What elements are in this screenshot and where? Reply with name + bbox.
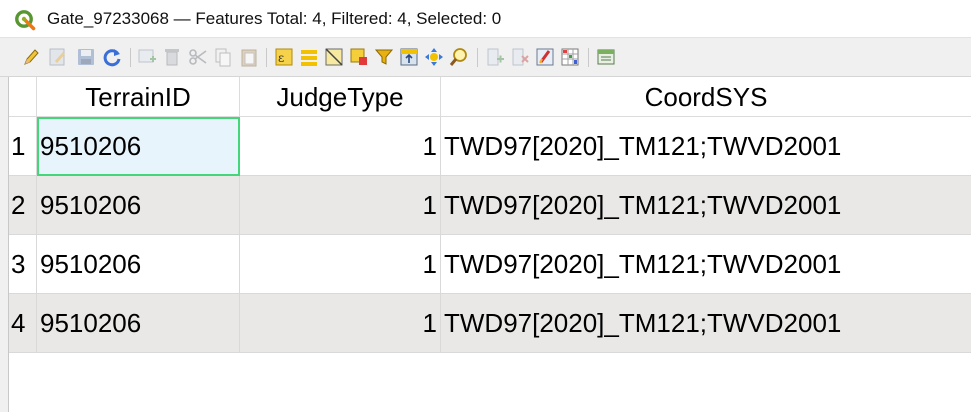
attribute-table-toolbar: ε — [0, 38, 971, 77]
table-row[interactable]: 1 9510206 1 TWD97[2020]_TM121;TWVD2001 — [9, 117, 971, 176]
toolbar-separator — [588, 48, 589, 67]
row-number[interactable]: 3 — [9, 235, 37, 294]
column-header-terrainid[interactable]: TerrainID — [37, 77, 240, 117]
table-cell-coordsys[interactable]: TWD97[2020]_TM121;TWVD2001 — [441, 117, 971, 176]
cut-icon[interactable] — [187, 46, 209, 68]
save-edits-icon[interactable] — [75, 46, 97, 68]
row-number[interactable]: 4 — [9, 294, 37, 353]
pan-to-selection-icon[interactable] — [423, 46, 445, 68]
table-cell-terrainid[interactable]: 9510206 — [37, 235, 240, 294]
table-cell-terrainid[interactable]: 9510206 — [37, 294, 240, 353]
invert-selection-icon[interactable] — [323, 46, 345, 68]
qgis-logo-icon — [14, 9, 36, 31]
svg-text:ε: ε — [278, 51, 284, 65]
column-header-judgetype[interactable]: JudgeType — [240, 77, 441, 117]
move-selection-to-top-icon[interactable] — [398, 46, 420, 68]
add-feature-icon[interactable] — [136, 46, 158, 68]
table-cell-terrainid[interactable]: 9510206 — [37, 176, 240, 235]
table-cell-judgetype[interactable]: 1 — [240, 294, 441, 353]
row-number[interactable]: 2 — [9, 176, 37, 235]
row-number[interactable]: 1 — [9, 117, 37, 176]
table-corner-button[interactable] — [9, 77, 37, 117]
conditional-formatting-icon[interactable] — [559, 46, 581, 68]
table-cell-terrainid[interactable]: 9510206 — [37, 117, 240, 176]
zoom-to-selection-icon[interactable] — [448, 46, 470, 68]
pencil-edit-icon[interactable] — [20, 46, 42, 68]
window-title: Gate_97233068 — Features Total: 4, Filte… — [47, 9, 502, 28]
select-all-icon[interactable] — [298, 46, 320, 68]
multi-edit-icon[interactable] — [47, 46, 69, 68]
dock-table-icon[interactable] — [595, 46, 617, 68]
table-cell-coordsys[interactable]: TWD97[2020]_TM121;TWVD2001 — [441, 176, 971, 235]
table-cell-coordsys[interactable]: TWD97[2020]_TM121;TWVD2001 — [441, 294, 971, 353]
column-header-coordsys[interactable]: CoordSYS — [441, 77, 971, 117]
table-row[interactable]: 2 9510206 1 TWD97[2020]_TM121;TWVD2001 — [9, 176, 971, 235]
table-row[interactable]: 4 9510206 1 TWD97[2020]_TM121;TWVD2001 — [9, 294, 971, 353]
new-field-icon[interactable] — [484, 46, 506, 68]
table-cell-judgetype[interactable]: 1 — [240, 117, 441, 176]
select-by-expression-icon[interactable]: ε — [273, 46, 295, 68]
toolbar-separator — [477, 48, 478, 67]
reload-icon[interactable] — [101, 46, 123, 68]
attribute-table[interactable]: TerrainID JudgeType CoordSYS 1 9510206 1… — [8, 77, 971, 412]
toolbar-separator — [130, 48, 131, 67]
deselect-all-icon[interactable] — [348, 46, 370, 68]
field-calculator-icon[interactable] — [534, 46, 556, 68]
filter-icon[interactable] — [373, 46, 395, 68]
delete-field-icon[interactable] — [509, 46, 531, 68]
delete-feature-icon[interactable] — [161, 46, 183, 68]
paste-icon[interactable] — [238, 46, 260, 68]
table-cell-judgetype[interactable]: 1 — [240, 176, 441, 235]
table-row[interactable]: 3 9510206 1 TWD97[2020]_TM121;TWVD2001 — [9, 235, 971, 294]
table-cell-coordsys[interactable]: TWD97[2020]_TM121;TWVD2001 — [441, 235, 971, 294]
table-cell-judgetype[interactable]: 1 — [240, 235, 441, 294]
toolbar-separator — [266, 48, 267, 67]
copy-icon[interactable] — [212, 46, 234, 68]
window-titlebar: Gate_97233068 — Features Total: 4, Filte… — [0, 0, 971, 38]
